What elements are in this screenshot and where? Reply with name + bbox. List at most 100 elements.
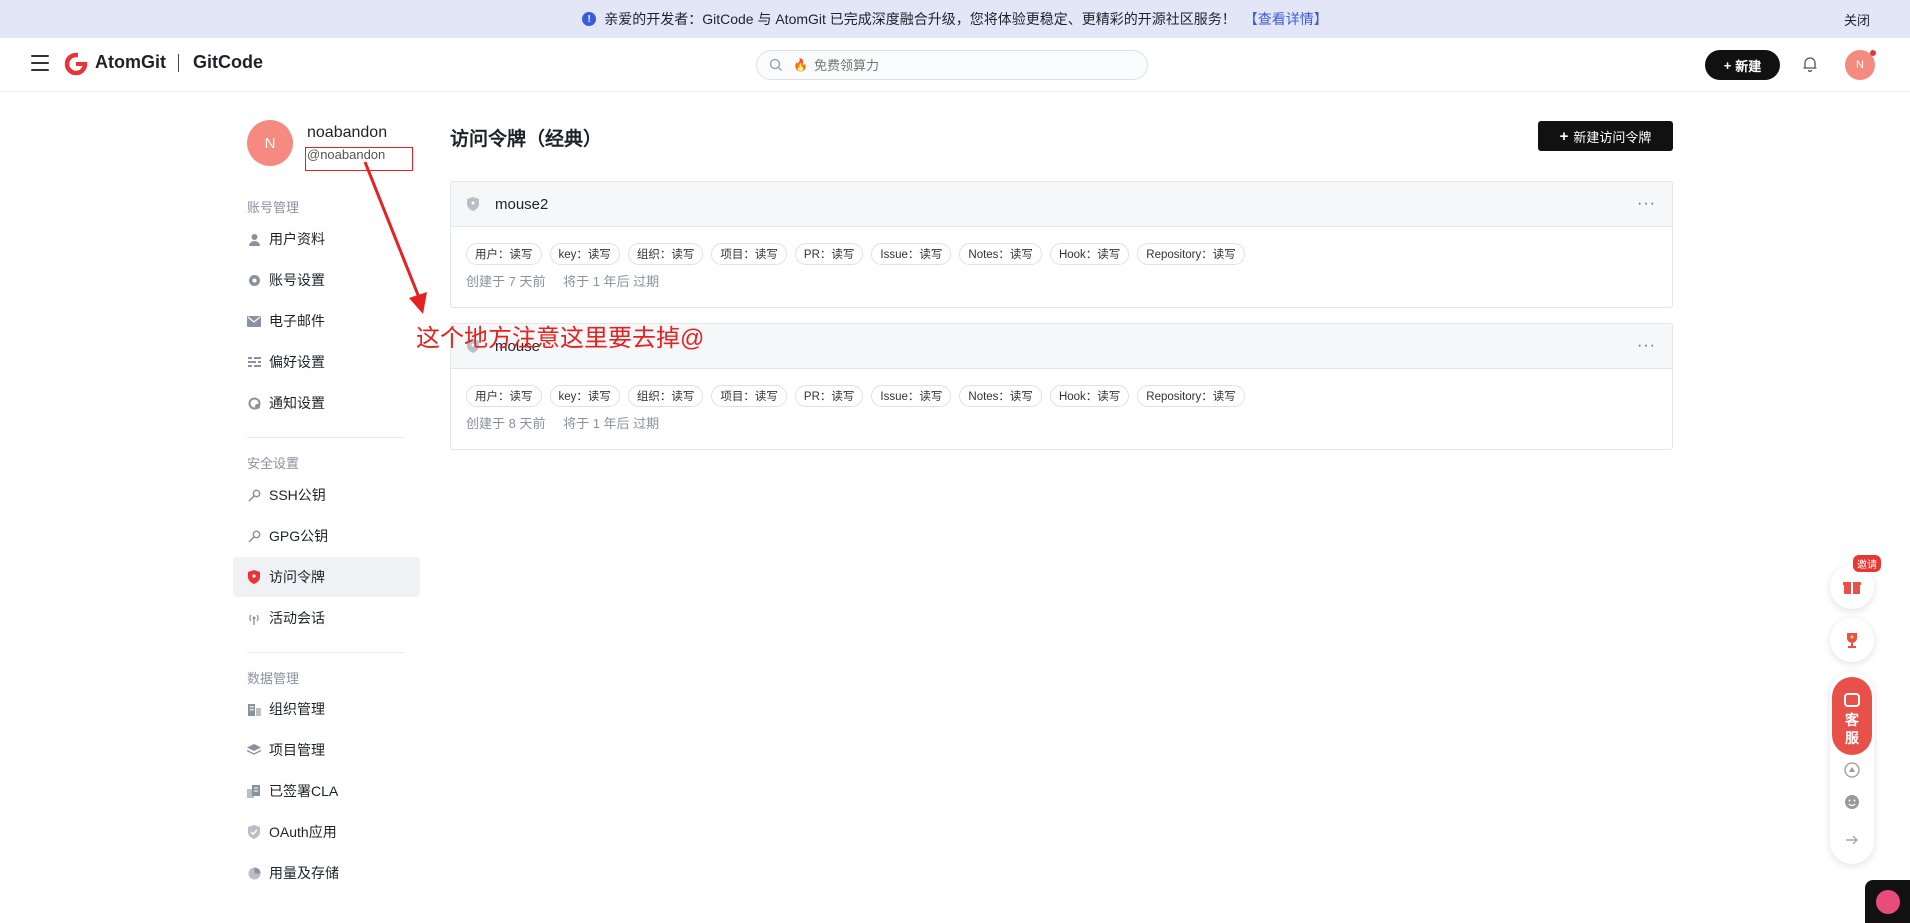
logo-gitcode[interactable]: GitCode	[193, 52, 263, 73]
customer-service-button[interactable]: 客 服	[1832, 677, 1872, 755]
sidebar-item-preferences[interactable]: 偏好设置	[233, 343, 420, 381]
plus-icon: +	[1723, 57, 1732, 73]
sidebar-item-label: 已签署CLA	[269, 783, 339, 799]
sidebar-item-access-tokens[interactable]: 访问令牌	[233, 557, 420, 597]
sidebar-item-label: 项目管理	[269, 742, 325, 758]
service-label-1: 客	[1845, 712, 1859, 728]
notification-dot	[1870, 50, 1876, 56]
search-input[interactable]	[813, 57, 1114, 73]
sidebar-item-projects[interactable]: 项目管理	[233, 731, 420, 769]
top-header: AtomGit GitCode 🔥 + 新建 N	[0, 38, 1910, 92]
scope-tag: Repository：读写	[1137, 385, 1245, 407]
scope-tag: Issue：读写	[871, 385, 952, 407]
sidebar-item-label: OAuth应用	[269, 824, 337, 840]
sidebar-item-label: 访问令牌	[269, 569, 325, 585]
chat-button[interactable]	[1865, 880, 1910, 923]
announcement-banner: ! 亲爱的开发者：GitCode 与 AtomGit 已完成深度融合升级，您将体…	[0, 0, 1910, 38]
sidebar-item-profile[interactable]: 用户资料	[233, 220, 420, 258]
token-created: 创建于 8 天前	[466, 416, 546, 431]
section-security-title: 安全设置	[247, 456, 300, 471]
banner-details-link[interactable]: 【查看详情】	[1244, 9, 1328, 29]
invite-badge: 邀请	[1853, 555, 1881, 572]
chat-icon	[1875, 889, 1900, 914]
token-card-header: mouse2 ···	[451, 182, 1672, 227]
token-expires: 将于 1 年后 过期	[563, 416, 660, 431]
token-scopes: 用户：读写 key：读写 组织：读写 项目：读写 PR：读写 Issue：读写 …	[451, 227, 1672, 265]
scope-tag: PR：读写	[794, 243, 864, 265]
sidebar-divider	[247, 437, 404, 438]
user-icon	[247, 232, 261, 246]
token-card: mouse2 ··· 用户：读写 key：读写 组织：读写 项目：读写 PR：读…	[450, 181, 1673, 308]
key-icon	[247, 488, 261, 502]
sidebar-item-usage-storage[interactable]: 用量及存储	[233, 854, 420, 892]
scope-tag: Hook：读写	[1049, 243, 1130, 265]
scope-tag: Repository：读写	[1137, 243, 1245, 265]
gift-icon	[1843, 582, 1861, 594]
banner-close-button[interactable]: 关闭	[1844, 10, 1870, 29]
sidebar-item-gpg-keys[interactable]: GPG公钥	[233, 517, 420, 555]
token-meta: 创建于 7 天前 将于 1 年后 过期	[451, 265, 1672, 290]
sidebar-item-label: 用户资料	[269, 231, 325, 247]
sidebar-item-label: 组织管理	[269, 701, 325, 717]
info-icon: !	[582, 12, 597, 26]
service-panel: 客 服	[1830, 672, 1874, 864]
scope-tag: key：读写	[549, 385, 620, 407]
create-token-button[interactable]: + 新建访问令牌	[1538, 121, 1673, 151]
shield-icon	[247, 570, 261, 584]
sidebar-item-email[interactable]: 电子邮件	[233, 302, 420, 340]
sidebar-item-label: 账号设置	[269, 272, 325, 288]
more-options-icon[interactable]: ···	[1637, 195, 1656, 213]
collapse-arrow-icon[interactable]	[1844, 832, 1860, 848]
sliders-icon	[247, 355, 261, 369]
sidebar-item-ssh-keys[interactable]: SSH公钥	[233, 476, 420, 514]
sidebar-divider	[247, 652, 404, 653]
token-meta: 创建于 8 天前 将于 1 年后 过期	[451, 407, 1672, 432]
annotation-highlight-box	[305, 147, 413, 171]
sidebar-item-label: 通知设置	[269, 395, 325, 411]
mail-icon	[247, 314, 261, 328]
new-button[interactable]: + 新建	[1705, 50, 1780, 80]
trophy-widget[interactable]	[1830, 618, 1874, 662]
key-icon	[247, 529, 261, 543]
scope-tag: 组织：读写	[627, 385, 704, 407]
notification-gear-icon	[247, 396, 261, 410]
new-button-label: 新建	[1735, 58, 1762, 74]
sidebar-item-label: SSH公钥	[269, 487, 326, 503]
scope-tag: 用户：读写	[466, 385, 542, 407]
building-icon	[247, 702, 261, 716]
scope-tag: 项目：读写	[711, 385, 787, 407]
page-title: 访问令牌（经典）	[450, 129, 603, 150]
sidebar-item-notification-settings[interactable]: 通知设置	[233, 384, 420, 422]
scope-tag: Hook：读写	[1049, 385, 1130, 407]
plus-icon: +	[1559, 127, 1569, 145]
bell-icon[interactable]	[1801, 55, 1819, 73]
token-scopes: 用户：读写 key：读写 组织：读写 项目：读写 PR：读写 Issue：读写 …	[451, 369, 1672, 407]
search-icon	[769, 58, 782, 71]
scope-tag: Issue：读写	[871, 243, 952, 265]
sidebar-item-label: 活动会话	[269, 610, 325, 626]
gear-icon	[247, 273, 261, 287]
fire-icon: 🔥	[793, 58, 808, 72]
sidebar-item-oauth-apps[interactable]: OAuth应用	[233, 813, 420, 851]
more-options-icon[interactable]: ···	[1637, 337, 1656, 355]
sidebar-item-active-sessions[interactable]: 活动会话	[233, 599, 420, 637]
smiley-icon[interactable]	[1844, 794, 1860, 810]
sidebar-item-signed-cla[interactable]: 已签署CLA	[233, 772, 420, 810]
sidebar-item-organizations[interactable]: 组织管理	[233, 690, 420, 728]
section-account-title: 账号管理	[247, 200, 300, 215]
sidebar-item-account-settings[interactable]: 账号设置	[233, 261, 420, 299]
search-bar[interactable]: 🔥	[756, 50, 1148, 80]
sidebar-item-label: 偏好设置	[269, 354, 325, 370]
trophy-icon	[1847, 633, 1857, 648]
menu-icon[interactable]	[31, 55, 49, 73]
feedback-icon[interactable]	[1844, 762, 1860, 778]
logo-divider	[178, 54, 179, 72]
sidebar-item-label: GPG公钥	[269, 528, 329, 544]
logo-atomgit[interactable]: AtomGit	[95, 52, 166, 73]
token-created: 创建于 7 天前	[466, 274, 546, 289]
headset-icon	[1844, 693, 1860, 707]
annotation-text: 这个地方注意这里要去掉@	[416, 325, 705, 352]
service-label-2: 服	[1845, 730, 1859, 746]
atomgit-logo-icon[interactable]	[64, 52, 88, 76]
shield-icon	[467, 197, 479, 211]
